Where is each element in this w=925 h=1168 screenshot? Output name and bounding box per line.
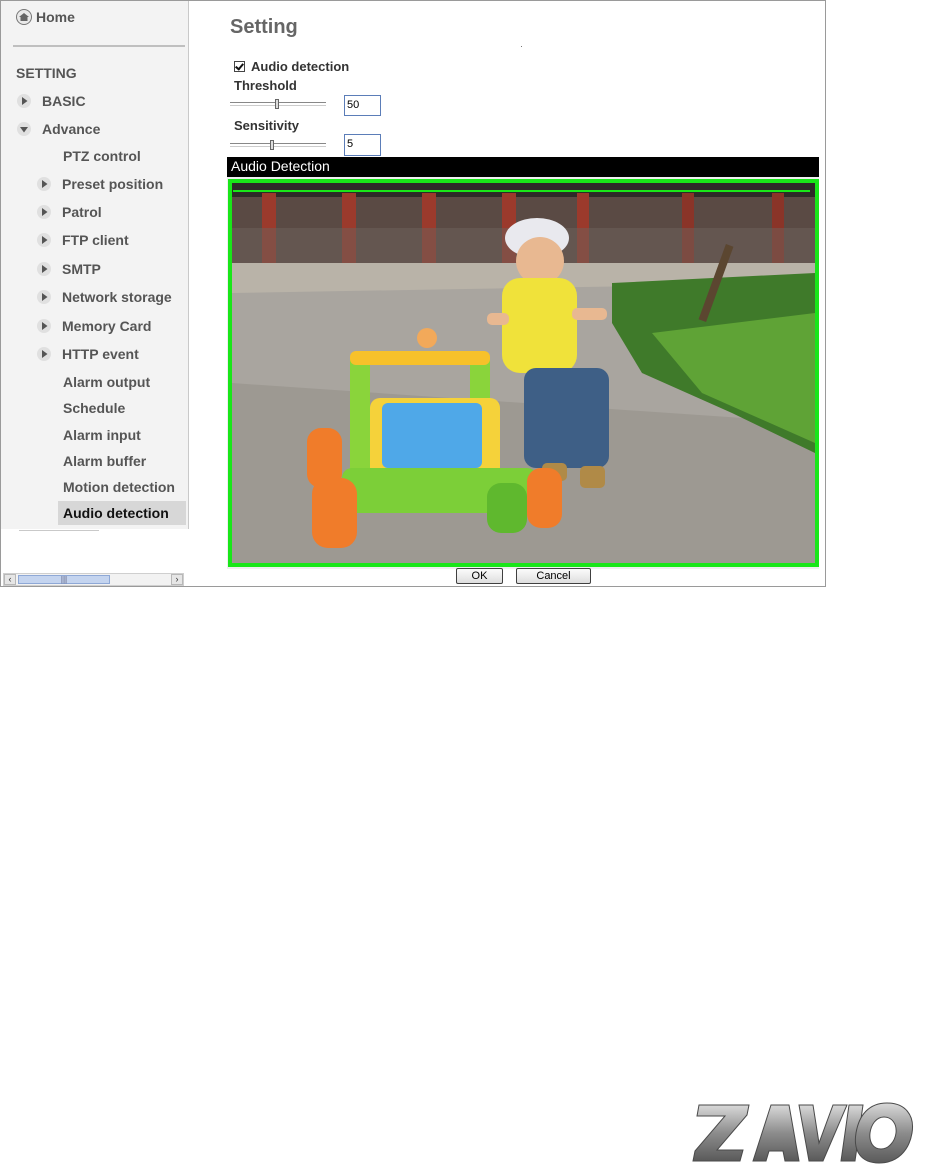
sidebar-item-ptz-control[interactable]: PTZ control	[63, 144, 141, 168]
expand-arrow-icon	[37, 205, 51, 219]
sidebar-item-label: Preset position	[62, 176, 164, 192]
sidebar-item-label: Motion detection	[63, 479, 175, 495]
audio-detection-checkbox-label: Audio detection	[251, 59, 350, 74]
slider-thumb[interactable]	[275, 99, 279, 109]
sidebar-item-label: Alarm output	[63, 374, 151, 390]
sidebar-item-advance[interactable]: Advance	[16, 117, 100, 141]
sidebar-item-label: Audio detection	[63, 505, 169, 521]
sidebar-item-basic[interactable]: BASIC	[16, 89, 86, 113]
audio-detection-panel-title: Audio Detection	[227, 157, 819, 177]
camera-live-view	[228, 179, 819, 567]
expand-arrow-icon	[37, 233, 51, 247]
home-link[interactable]: Home	[15, 9, 75, 25]
sidebar-item-motion-detection[interactable]: Motion detection	[63, 475, 175, 499]
expand-arrow-icon	[17, 94, 31, 108]
sidebar-blank-area	[1, 529, 183, 573]
sidebar-item-alarm-buffer[interactable]: Alarm buffer	[63, 449, 146, 473]
sidebar-item-label: HTTP event	[62, 346, 139, 362]
sidebar-item-label: PTZ control	[63, 148, 141, 164]
sidebar-item-label: Schedule	[63, 400, 126, 416]
settings-sidebar: Home SETTING BASIC Advance PTZ control P…	[1, 1, 189, 529]
sidebar-item-label: Alarm buffer	[63, 453, 147, 469]
slider-track	[230, 143, 326, 147]
setting-section-label: SETTING	[16, 65, 77, 81]
scroll-right-icon[interactable]: ›	[171, 574, 183, 585]
expand-arrow-icon	[37, 177, 51, 191]
sidebar-item-label: FTP client	[62, 232, 129, 248]
expand-arrow-icon	[37, 319, 51, 333]
page-title: Setting	[230, 16, 298, 38]
collapse-arrow-icon	[17, 122, 31, 136]
home-label: Home	[36, 9, 75, 25]
sensitivity-value-field[interactable]: 5	[344, 134, 381, 156]
threshold-value-field[interactable]: 50	[344, 95, 381, 116]
expand-arrow-icon	[37, 262, 51, 276]
sensitivity-label: Sensitivity	[234, 118, 300, 133]
browser-frame: Home SETTING BASIC Advance PTZ control P…	[0, 0, 826, 587]
audio-detection-toggle[interactable]: Audio detection	[234, 59, 349, 74]
sidebar-item-schedule[interactable]: Schedule	[63, 396, 125, 420]
sidebar-item-label: Memory Card	[62, 318, 152, 334]
slider-thumb[interactable]	[270, 140, 274, 150]
detection-level-line	[233, 190, 810, 192]
sidebar-item-smtp[interactable]: SMTP	[36, 257, 101, 281]
camera-photo	[232, 183, 815, 563]
sidebar-item-label: Advance	[42, 121, 101, 137]
threshold-label: Threshold	[234, 78, 297, 93]
scrollbar-thumb[interactable]: |||	[18, 575, 110, 584]
sidebar-horizontal-scrollbar[interactable]: ‹ ||| ›	[3, 573, 184, 586]
sidebar-bottom-line	[19, 530, 99, 531]
ok-button[interactable]: OK	[456, 568, 503, 584]
home-icon	[16, 9, 32, 25]
sidebar-item-ftp-client[interactable]: FTP client	[36, 228, 129, 252]
sidebar-item-preset-position[interactable]: Preset position	[36, 172, 163, 196]
threshold-slider[interactable]	[230, 99, 326, 109]
sidebar-item-http-event[interactable]: HTTP event	[36, 342, 139, 366]
sidebar-item-label: SMTP	[62, 261, 101, 277]
sidebar-item-alarm-input[interactable]: Alarm input	[63, 423, 141, 447]
sidebar-item-audio-detection[interactable]: Audio detection	[58, 501, 186, 525]
sidebar-item-patrol[interactable]: Patrol	[36, 200, 102, 224]
stray-dot	[521, 46, 522, 47]
audio-detection-checkbox[interactable]	[234, 61, 245, 72]
expand-arrow-icon	[37, 290, 51, 304]
sidebar-item-memory-card[interactable]: Memory Card	[36, 314, 151, 338]
sensitivity-slider[interactable]	[230, 140, 326, 150]
cancel-button[interactable]: Cancel	[516, 568, 591, 584]
expand-arrow-icon	[37, 347, 51, 361]
zavio-logo	[692, 1102, 914, 1164]
sidebar-divider	[13, 45, 185, 47]
scroll-left-icon[interactable]: ‹	[4, 574, 16, 585]
sidebar-item-label: Patrol	[62, 204, 102, 220]
sidebar-item-label: BASIC	[42, 93, 86, 109]
sidebar-item-label: Alarm input	[63, 427, 141, 443]
sidebar-item-network-storage[interactable]: Network storage	[36, 285, 172, 309]
sidebar-item-alarm-output[interactable]: Alarm output	[63, 370, 150, 394]
sidebar-item-label: Network storage	[62, 289, 172, 305]
